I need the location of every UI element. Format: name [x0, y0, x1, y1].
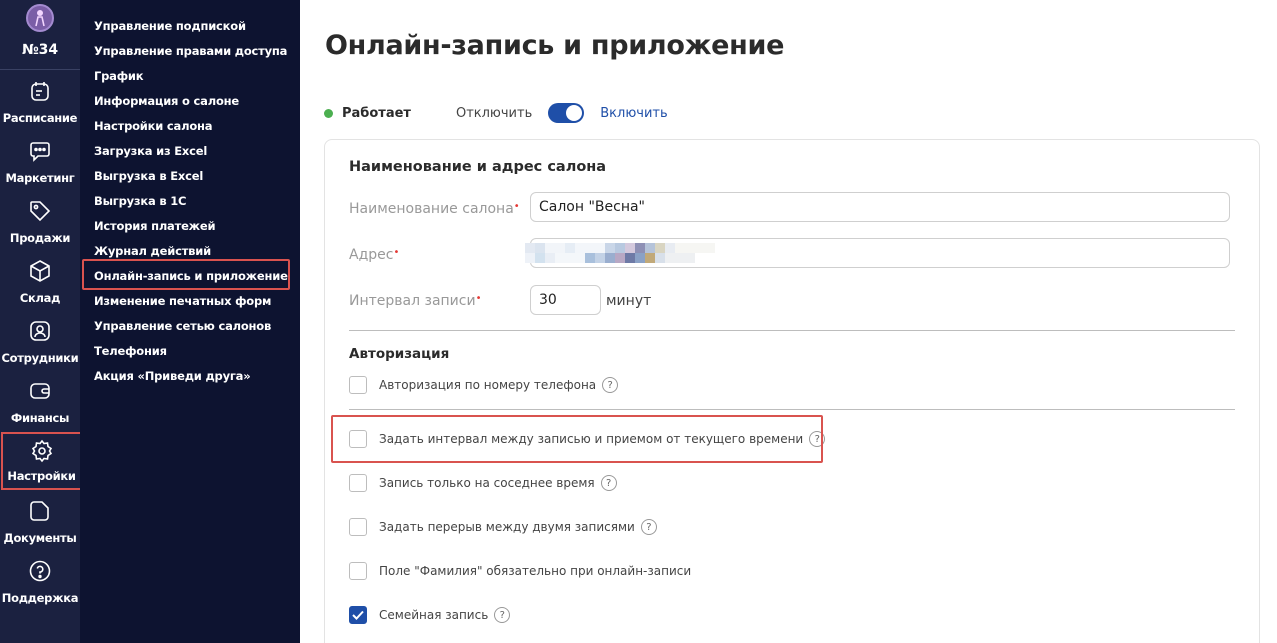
- rail-item-label: Продажи: [9, 231, 71, 245]
- section-title-name-address: Наименование и адрес салона: [349, 159, 607, 175]
- help-icon: [29, 560, 51, 582]
- rail-item-settings[interactable]: Настройки: [1, 432, 82, 490]
- rail-item-label: Маркетинг: [5, 171, 75, 185]
- rail-item-label: Поддержка: [1, 591, 79, 605]
- rail-item-support[interactable]: Поддержка: [0, 559, 80, 615]
- adjacent-time-checkbox[interactable]: [349, 474, 367, 492]
- rail-item-finance[interactable]: Финансы: [0, 379, 80, 435]
- status-dot: [324, 108, 333, 118]
- tag-icon: [30, 201, 51, 222]
- rail-item-label: Склад: [19, 291, 61, 305]
- section-title-auth: Авторизация: [349, 346, 450, 362]
- checkbox-label: Авторизация по номеру телефона: [379, 378, 597, 392]
- gear-icon: [31, 439, 52, 463]
- toggle-on-label[interactable]: Включить: [600, 106, 667, 121]
- checkbox-row-lastname-required[interactable]: Поле "Фамилия" обязательно при онлайн-за…: [349, 562, 691, 580]
- required-mark: •: [393, 247, 400, 258]
- active-submenu-highlight: [82, 259, 290, 290]
- person-icon: [35, 10, 45, 27]
- check-icon: [352, 610, 364, 620]
- address-label: Адрес•: [349, 247, 399, 263]
- toggle-off-label[interactable]: Отключить: [456, 106, 532, 121]
- box-icon: [30, 260, 50, 282]
- calendar-icon: [31, 82, 49, 101]
- submenu-item-subscription[interactable]: Управление подпиской: [94, 19, 246, 33]
- interval-unit: минут: [606, 293, 652, 309]
- address-label-text: Адрес: [349, 247, 394, 263]
- checkbox-label: Задать перерыв между двумя записями: [379, 520, 635, 534]
- icon-rail: №34 Расписание Маркетинг Продажи Склад С…: [0, 0, 82, 643]
- checkbox-row-adjacent-time[interactable]: Запись только на соседнее время ?: [349, 474, 617, 492]
- status-text: Работает: [342, 105, 411, 121]
- required-mark: •: [513, 201, 520, 212]
- submenu-item-print-forms[interactable]: Изменение печатных форм: [94, 294, 271, 308]
- submenu-item-action-log[interactable]: Журнал действий: [94, 244, 211, 258]
- user-icon: [30, 321, 50, 341]
- submenu-item-salon-settings[interactable]: Настройки салона: [94, 119, 213, 133]
- submenu-item-access-rights[interactable]: Управление правами доступа: [94, 44, 287, 58]
- rail-item-schedule[interactable]: Расписание: [0, 79, 80, 135]
- salon-number: №34: [21, 42, 59, 58]
- main-content: Онлайн-запись и приложение Работает Откл…: [300, 0, 1277, 643]
- status-row: Работает Отключить Включить: [324, 102, 668, 124]
- submenu-item-schedule[interactable]: График: [94, 69, 144, 83]
- salon-name-label: Наименование салона•: [349, 201, 520, 217]
- help-icon[interactable]: ?: [602, 377, 619, 393]
- phone-auth-checkbox[interactable]: [349, 376, 367, 394]
- salon-name-input[interactable]: Салон "Весна": [530, 192, 1230, 222]
- checkbox-label: Семейная запись: [379, 608, 489, 622]
- booking-toggle[interactable]: [548, 103, 585, 123]
- help-icon[interactable]: ?: [640, 519, 657, 535]
- salon-name-label-text: Наименование салона: [349, 201, 514, 217]
- lastname-required-checkbox[interactable]: [349, 562, 367, 580]
- settings-card: Наименование и адрес салона Наименование…: [324, 139, 1260, 643]
- avatar[interactable]: [26, 4, 54, 32]
- checkbox-row-family-booking[interactable]: Семейная запись ?: [349, 606, 511, 624]
- wallet-icon: [30, 383, 50, 399]
- help-icon[interactable]: ?: [494, 607, 511, 623]
- settings-submenu: Управление подпиской Управление правами …: [80, 0, 300, 643]
- redacted-address: [525, 243, 715, 253]
- submenu-item-payment-history[interactable]: История платежей: [94, 219, 216, 233]
- submenu-item-excel-import[interactable]: Загрузка из Excel: [94, 144, 207, 158]
- checkbox-label: Поле "Фамилия" обязательно при онлайн-за…: [379, 564, 692, 578]
- submenu-item-telephony[interactable]: Телефония: [94, 344, 167, 358]
- redacted-address-row2: [525, 253, 695, 263]
- family-booking-checkbox[interactable]: [349, 606, 367, 624]
- checkbox-highlight: [331, 415, 823, 463]
- help-icon[interactable]: ?: [600, 475, 617, 491]
- rail-item-label: Сотрудники: [1, 351, 79, 365]
- rail-item-documents[interactable]: Документы: [0, 499, 80, 555]
- rail-item-label: Расписание: [2, 111, 78, 125]
- chat-icon: [30, 142, 50, 162]
- rail-item-warehouse[interactable]: Склад: [0, 259, 80, 315]
- rail-item-label: Настройки: [7, 469, 76, 483]
- divider: [349, 330, 1235, 331]
- required-mark: •: [475, 293, 482, 304]
- rail-item-marketing[interactable]: Маркетинг: [0, 139, 80, 195]
- submenu-item-1c-export[interactable]: Выгрузка в 1С: [94, 194, 186, 208]
- divider: [349, 409, 1235, 410]
- interval-label: Интервал записи•: [349, 293, 482, 309]
- toggle-knob: [566, 105, 583, 121]
- rail-item-employees[interactable]: Сотрудники: [0, 319, 80, 375]
- submenu-item-salon-info[interactable]: Информация о салоне: [94, 94, 239, 108]
- submenu-item-salon-network[interactable]: Управление сетью салонов: [94, 319, 271, 333]
- page-title: Онлайн-запись и приложение: [325, 30, 785, 61]
- submenu-item-refer-friend[interactable]: Акция «Приведи друга»: [94, 369, 251, 383]
- rail-header: №34: [0, 0, 80, 70]
- rail-item-sales[interactable]: Продажи: [0, 199, 80, 255]
- checkbox-row-break-between[interactable]: Задать перерыв между двумя записями ?: [349, 518, 657, 536]
- interval-input[interactable]: 30: [530, 285, 601, 315]
- break-between-checkbox[interactable]: [349, 518, 367, 536]
- rail-item-label: Документы: [3, 531, 77, 545]
- document-icon: [30, 501, 49, 521]
- submenu-item-excel-export[interactable]: Выгрузка в Excel: [94, 169, 203, 183]
- checkbox-row-phone-auth[interactable]: Авторизация по номеру телефона ?: [349, 376, 619, 394]
- interval-label-text: Интервал записи: [349, 293, 476, 309]
- checkbox-label: Запись только на соседнее время: [379, 476, 595, 490]
- rail-item-label: Финансы: [10, 411, 70, 425]
